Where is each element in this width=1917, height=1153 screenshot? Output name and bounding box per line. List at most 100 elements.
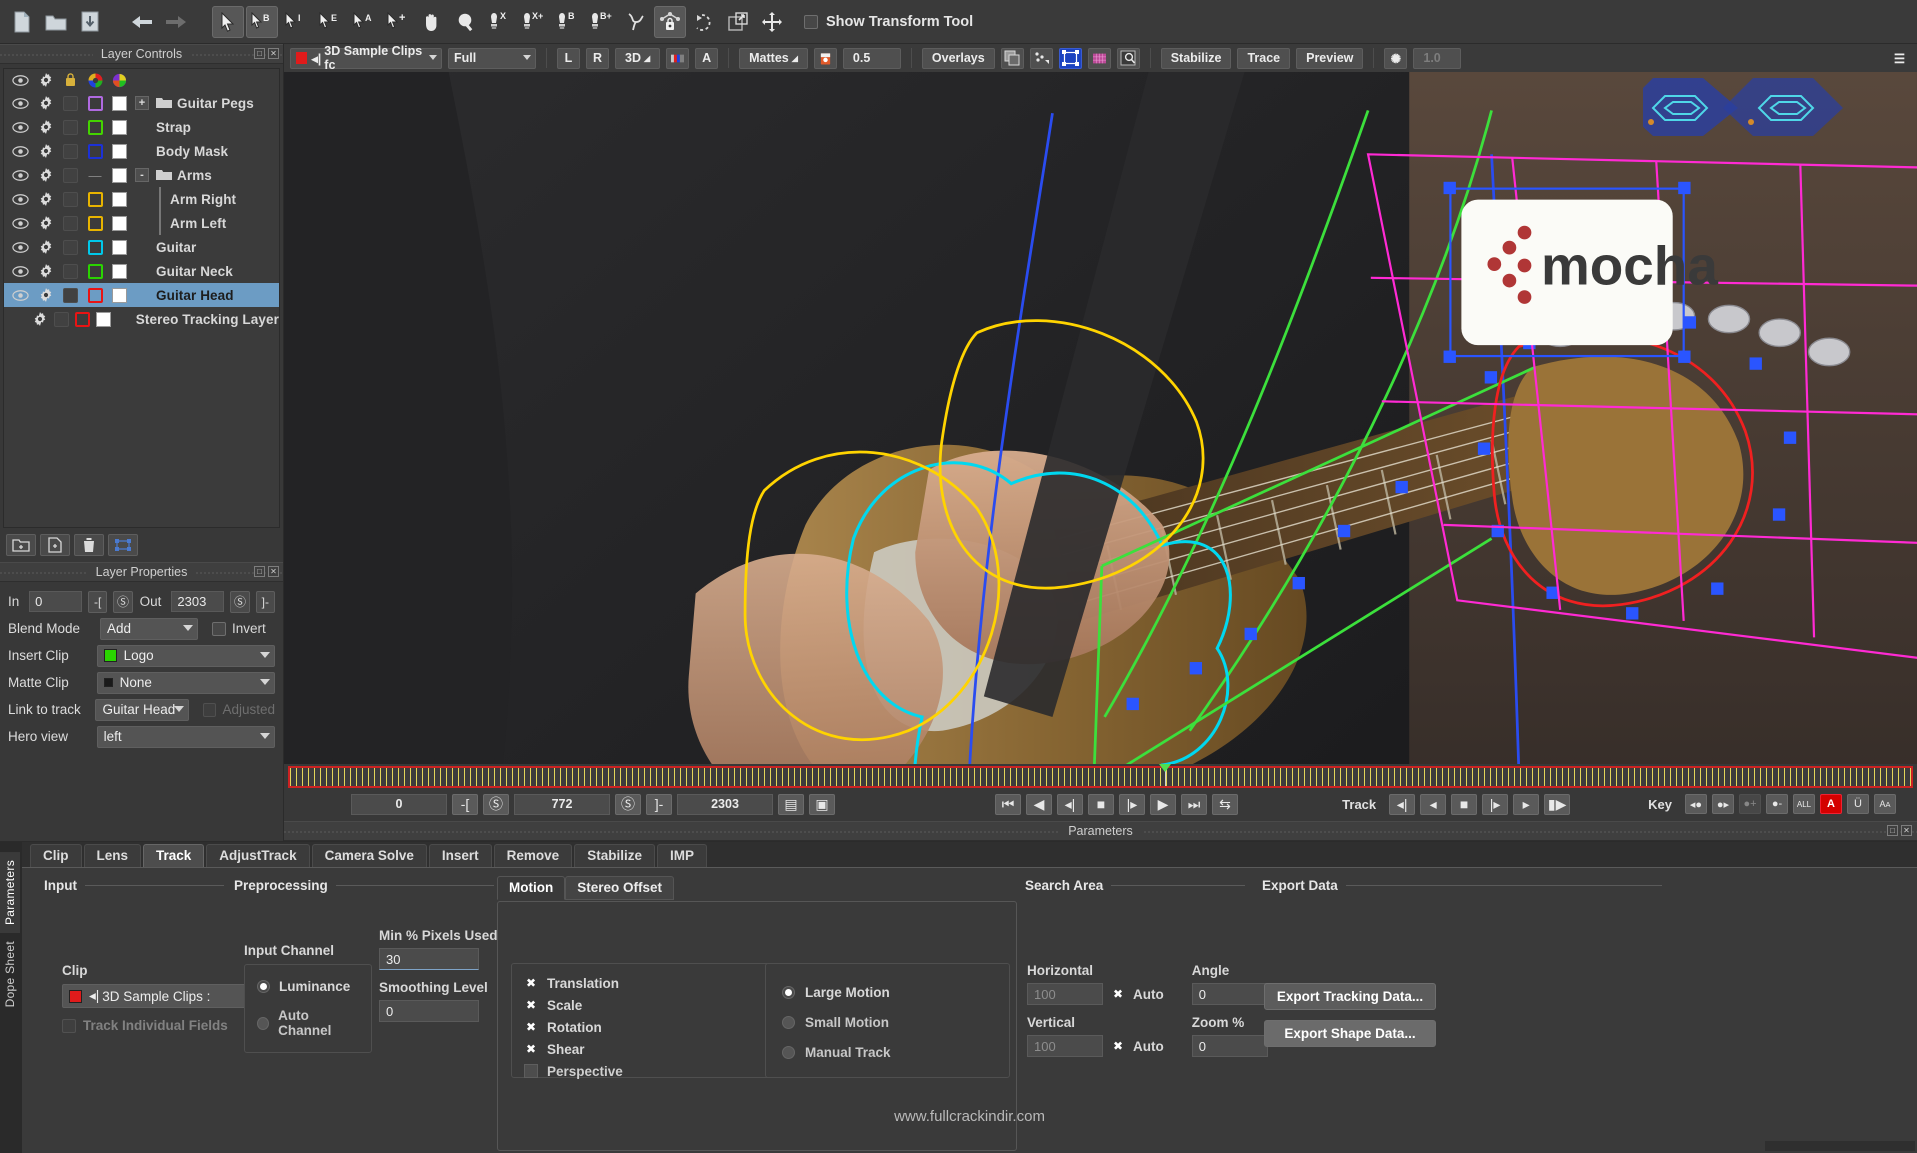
grid-overlay-icon[interactable] [1088, 48, 1111, 69]
layer-matte-toggle[interactable] [107, 96, 131, 111]
alpha-button[interactable]: A [695, 48, 718, 69]
layer-color-cell[interactable] [83, 240, 107, 255]
layer-lock-toggle[interactable] [58, 192, 83, 207]
layer-row[interactable]: Strap [4, 115, 279, 139]
blend-mode-select[interactable]: Add [100, 618, 198, 640]
layer-color-swatch[interactable] [75, 312, 90, 327]
hero-view-select[interactable]: left [97, 726, 275, 748]
track-forward-all-button[interactable]: ▸ [1513, 794, 1539, 815]
rotate-tool-icon[interactable] [688, 6, 720, 38]
layer-name[interactable]: Stereo Tracking Layer [133, 312, 279, 327]
zoom-field[interactable]: 0 [1192, 1035, 1268, 1057]
track-stop-button[interactable]: ■ [1451, 794, 1477, 815]
layer-color-swatch[interactable]: — [88, 168, 103, 183]
frame-end-field[interactable]: 2303 [677, 794, 773, 815]
new-project-icon[interactable] [6, 6, 38, 38]
in-keyframe-icon[interactable]: Ⓢ [113, 591, 132, 613]
tab-clip[interactable]: Clip [30, 844, 82, 867]
layer-matte-toggle[interactable] [107, 264, 131, 279]
zoom-overlay-icon[interactable] [1117, 48, 1140, 69]
layer-color-cell[interactable] [73, 312, 94, 327]
three-d-button[interactable]: 3D ◢ [615, 48, 660, 69]
out-keyframe-icon[interactable]: Ⓢ [230, 591, 249, 613]
luminance-radio[interactable] [257, 980, 270, 993]
select-b-spline-tool-icon[interactable]: B [246, 6, 278, 38]
motion-option-translation[interactable]: ✖Translation [524, 972, 770, 994]
viewer-menu-icon[interactable]: ☰ [1888, 48, 1911, 69]
step-forward-button[interactable]: |▸ [1119, 794, 1145, 815]
delete-all-keys-icon[interactable]: ALL [1793, 794, 1815, 814]
layer-color-swatch[interactable] [88, 192, 103, 207]
set-out-icon[interactable]: ]- [646, 794, 672, 815]
parameters-close-icon[interactable]: ✕ [1901, 825, 1912, 836]
motion-scale-checkbox[interactable]: ✖ [524, 998, 538, 1012]
out-key-icon[interactable]: Ⓢ [615, 794, 641, 815]
gain-field[interactable]: 1.0 [1413, 48, 1461, 69]
luminance-option[interactable]: Luminance [257, 979, 359, 994]
film-icon[interactable]: ▣ [809, 794, 835, 815]
insert-clip-select[interactable]: Logo [97, 645, 275, 667]
horizontal-auto-checkbox[interactable]: ✖ [1111, 987, 1125, 1001]
layer-settings-icon[interactable] [33, 264, 58, 278]
tab-adjusttrack[interactable]: AdjustTrack [206, 844, 309, 867]
auto-channel-radio[interactable] [257, 1017, 269, 1030]
timeline-ruler[interactable] [288, 766, 1913, 788]
add-point-tool-icon[interactable]: + [382, 6, 414, 38]
layer-matte-toggle[interactable] [107, 240, 131, 255]
layer-matte-toggle[interactable] [107, 288, 131, 303]
select-a-tool-icon[interactable]: A [348, 6, 380, 38]
layer-expand-cell[interactable]: + [131, 96, 153, 110]
parameters-float-icon[interactable]: □ [1887, 825, 1898, 836]
show-transform-tool-toggle[interactable]: Show Transform Tool [804, 14, 973, 30]
vertical-field[interactable]: 100 [1027, 1035, 1103, 1057]
layer-color-cell[interactable] [83, 264, 107, 279]
layer-settings-icon[interactable] [33, 192, 58, 206]
in-value-field[interactable]: 0 [29, 591, 82, 612]
add-key-icon[interactable]: ●+ [1739, 794, 1761, 814]
tab-camera-solve[interactable]: Camera Solve [312, 844, 427, 867]
layer-settings-icon[interactable] [33, 96, 58, 110]
tab-track[interactable]: Track [143, 844, 204, 867]
move-tool-icon[interactable] [756, 6, 788, 38]
layer-visibility-toggle[interactable] [8, 98, 33, 109]
play-forward-button[interactable]: ▶ [1150, 794, 1176, 815]
layer-name[interactable]: Body Mask [153, 144, 279, 159]
motion-mode-small-motion[interactable]: Small Motion [782, 1007, 993, 1037]
trace-button[interactable]: Trace [1237, 48, 1290, 69]
add-group-icon[interactable] [6, 534, 36, 556]
motion-option-perspective[interactable]: Perspective [524, 1060, 770, 1082]
layer-color-cell[interactable] [83, 288, 107, 303]
clip-selector[interactable]: ◂| 3D Sample Clips fc [290, 48, 442, 69]
out-value-field[interactable]: 2303 [171, 591, 224, 612]
point-overlay-icon[interactable] [1030, 48, 1053, 69]
layer-list[interactable]: +Guitar PegsStrapBody Mask—-ArmsArm Righ… [3, 68, 280, 528]
prev-key-icon[interactable]: ◂● [1685, 794, 1707, 814]
layer-expand-toggle[interactable]: - [135, 168, 149, 182]
layer-lock-toggle[interactable] [58, 264, 83, 279]
layer-color-swatch[interactable] [88, 216, 103, 231]
add-x-spline-tool-icon[interactable]: X+ [518, 6, 550, 38]
track-individual-fields-checkbox[interactable] [62, 1019, 76, 1033]
frame-current-field[interactable]: 772 [514, 794, 610, 815]
layer-settings-icon[interactable] [33, 216, 58, 230]
layer-lock-toggle[interactable] [58, 216, 83, 231]
link-to-track-select[interactable]: Guitar Head [95, 699, 189, 721]
layer-controls-float-icon[interactable]: □ [254, 48, 265, 59]
magnetic-spline-tool-icon[interactable] [620, 6, 652, 38]
layer-row[interactable]: +Guitar Pegs [4, 91, 279, 115]
tab-lens[interactable]: Lens [84, 844, 142, 867]
motion-translation-checkbox[interactable]: ✖ [524, 976, 538, 990]
layer-expand-toggle[interactable]: + [135, 96, 149, 110]
track-backward-all-button[interactable]: ◂| [1389, 794, 1415, 815]
layer-settings-icon[interactable] [30, 312, 52, 326]
layer-color-cell[interactable] [83, 144, 107, 159]
vertical-auto-checkbox[interactable]: ✖ [1111, 1039, 1125, 1053]
layer-visibility-toggle[interactable] [8, 194, 33, 205]
opacity-field[interactable]: 0.5 [843, 48, 901, 69]
layer-expand-cell[interactable]: - [131, 168, 153, 182]
motion-option-shear[interactable]: ✖Shear [524, 1038, 770, 1060]
channels-button[interactable] [666, 48, 689, 69]
layer-name[interactable]: Strap [153, 120, 279, 135]
in-key-icon[interactable]: Ⓢ [483, 794, 509, 815]
layer-lock-toggle[interactable] [58, 144, 83, 159]
